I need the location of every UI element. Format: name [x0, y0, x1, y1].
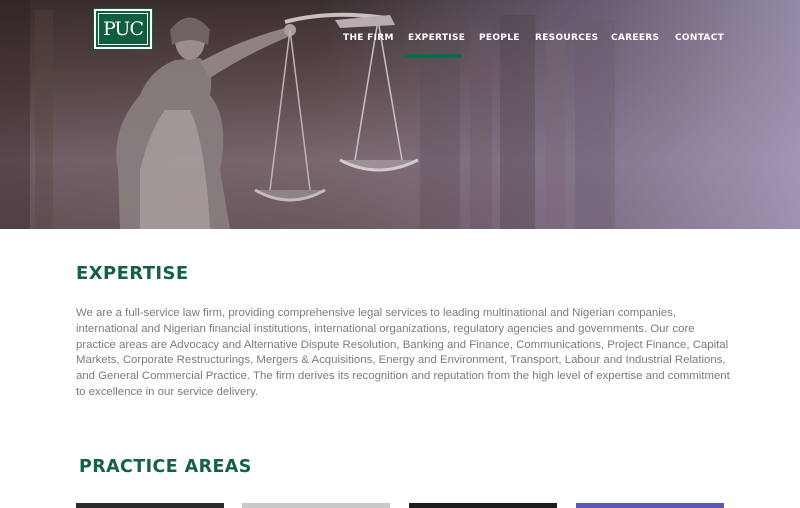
nav-item-resources[interactable]: RESOURCES: [535, 33, 598, 43]
nav-item-the-firm[interactable]: THE FIRM: [343, 33, 394, 43]
page-title: EXPERTISE: [76, 263, 189, 284]
practice-area-card[interactable]: [242, 503, 390, 508]
practice-areas-heading: PRACTICE AREAS: [79, 457, 252, 477]
nav-item-careers[interactable]: CAREERS: [611, 33, 659, 43]
hero-banner: PUC THE FIRM EXPERTISE PEOPLE RESOURCES …: [0, 0, 800, 229]
practice-area-card[interactable]: [409, 503, 557, 508]
nav-active-indicator: [405, 54, 462, 58]
practice-area-card[interactable]: [76, 503, 224, 508]
main-navigation: THE FIRM EXPERTISE PEOPLE RESOURCES CARE…: [0, 33, 800, 58]
nav-item-expertise[interactable]: EXPERTISE: [408, 33, 465, 43]
intro-paragraph: We are a full-service law firm, providin…: [76, 307, 730, 398]
practice-area-card[interactable]: [576, 503, 724, 508]
nav-item-people[interactable]: PEOPLE: [479, 33, 520, 43]
nav-item-contact[interactable]: CONTACT: [675, 33, 724, 43]
